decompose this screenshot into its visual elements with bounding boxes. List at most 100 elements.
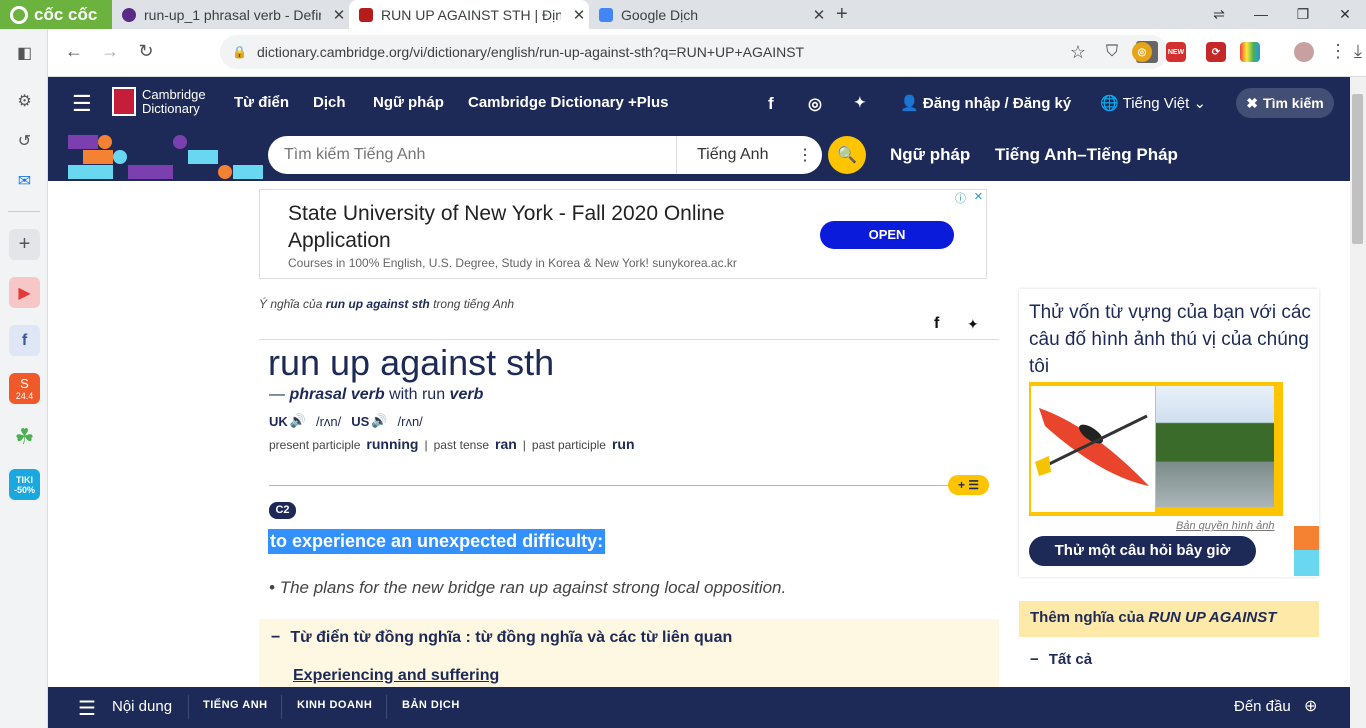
kayak-image[interactable]	[1031, 386, 1155, 512]
maximize-button[interactable]: ❐	[1282, 0, 1324, 29]
barge-image[interactable]	[1156, 386, 1274, 507]
headword: run up against sth	[268, 342, 555, 383]
cambridge-logo[interactable]: Cambridge Dictionary	[112, 87, 206, 116]
decorative-pattern	[68, 135, 263, 181]
twitter-icon[interactable]: ✦	[854, 94, 866, 111]
close-icon: ✖	[1246, 94, 1259, 111]
shield-icon[interactable]: ⛉	[1106, 43, 1118, 61]
login-link[interactable]: 👤 Đăng nhập / Đăng ký	[900, 94, 1071, 112]
color-extension-icon[interactable]	[1240, 42, 1260, 62]
ad-info-icon[interactable]: ⓘ	[955, 190, 966, 206]
dictionary-select[interactable]: Tiếng Anh	[677, 146, 797, 164]
contents-menu-icon[interactable]: ☰	[78, 696, 96, 721]
pronunciation: UK 🔊 /rʌn/ US 🔊 /rʌn/	[269, 413, 423, 429]
facebook-icon[interactable]: f	[9, 325, 40, 356]
quiz-text: Thử vốn từ vựng của bạn với các câu đố h…	[1029, 302, 1311, 377]
uk-audio-icon[interactable]: 🔊	[290, 413, 306, 429]
share-twitter-icon[interactable]: ✦	[967, 316, 979, 333]
add-to-list-button[interactable]: + ☰	[948, 475, 989, 495]
share-facebook-icon[interactable]: f	[934, 315, 939, 333]
coccoc-logo[interactable]: cốc cốc	[0, 0, 112, 29]
site-header: ☰ Cambridge Dictionary Từ điển Dịch Ngữ …	[48, 77, 1350, 129]
ad-open-button[interactable]: OPEN	[820, 221, 954, 249]
dictionary-menu-icon[interactable]: ⋮	[797, 145, 813, 165]
tiki-icon[interactable]: TIKI -50%	[9, 469, 40, 500]
close-tab-icon[interactable]: ✕	[569, 6, 589, 24]
thesaurus-box: − Từ điển từ đồng nghĩa : từ đồng nghĩa v…	[259, 619, 999, 687]
history-icon[interactable]: ↺	[9, 125, 40, 156]
add-app-icon[interactable]: +	[9, 229, 40, 260]
downloads-icon[interactable]: ⤓	[1346, 41, 1366, 62]
search-toggle-button[interactable]: ✖ Tìm kiếm	[1236, 88, 1334, 118]
tab-translation[interactable]: BẢN DỊCH	[402, 699, 460, 711]
coccoc-extension-icon[interactable]: ☘	[9, 421, 40, 452]
tab-run-up[interactable]: run-up_1 phrasal verb - Defin ✕	[112, 0, 349, 29]
collapse-icon: −	[1030, 651, 1039, 668]
user-icon: 👤	[900, 95, 919, 112]
search-field[interactable]: Tiếng Anh ⋮	[268, 136, 822, 174]
thesaurus-header[interactable]: − Từ điển từ đồng nghĩa : từ đồng nghĩa v…	[271, 629, 732, 647]
new-tab-button[interactable]: +	[836, 3, 848, 26]
hamburger-menu-icon[interactable]: ☰	[72, 91, 92, 117]
close-tab-icon[interactable]: ✕	[809, 6, 829, 24]
grammar-link[interactable]: Ngữ pháp	[890, 145, 970, 165]
messenger-icon[interactable]: ✉	[9, 165, 40, 196]
nav-dictionary[interactable]: Từ điển	[234, 94, 289, 111]
sidebar-toggle-icon[interactable]: ◧	[9, 37, 40, 68]
new-extension-icon[interactable]: NEW	[1166, 42, 1186, 62]
more-meanings-header: Thêm nghĩa của RUN UP AGAINST	[1019, 601, 1319, 637]
contents-link[interactable]: Nội dung	[112, 698, 172, 715]
cambridge-favicon-icon	[359, 7, 373, 22]
settings-icon[interactable]: ⚙	[9, 85, 40, 116]
back-button[interactable]: ←	[62, 41, 86, 62]
back-to-top-link[interactable]: Đến đầu	[1234, 698, 1291, 715]
verb-forms: present participle running | past tense ran…	[269, 436, 635, 452]
coccoc-icon	[10, 5, 28, 24]
nav-plus[interactable]: Cambridge Dictionary +Plus	[468, 94, 668, 111]
facebook-icon[interactable]: f	[768, 94, 774, 114]
bookmark-star-icon[interactable]: ☆	[1070, 42, 1086, 63]
us-audio-icon[interactable]: 🔊	[371, 413, 387, 429]
tab-menu-icon[interactable]: ⇌	[1198, 0, 1240, 29]
ad-subtitle: Courses in 100% English, U.S. Degree, St…	[288, 256, 737, 270]
search-input[interactable]	[268, 146, 676, 164]
arrow-up-icon[interactable]: ⊕	[1304, 696, 1317, 716]
url-field[interactable]: 🔒 dictionary.cambridge.org/vi/dictionary…	[220, 35, 1168, 69]
youtube-icon[interactable]: ▶	[9, 277, 40, 308]
globe-icon: 🌐	[1100, 95, 1119, 112]
nav-grammar[interactable]: Ngữ pháp	[373, 94, 444, 111]
definition: to experience an unexpected difficulty:	[268, 529, 606, 554]
entry-divider	[259, 339, 999, 340]
search-button[interactable]: 🔍	[828, 136, 866, 174]
ad-close-icon[interactable]: ✕	[974, 190, 983, 203]
all-meanings-toggle[interactable]: − Tất cả	[1030, 651, 1092, 668]
instagram-icon[interactable]: ◎	[808, 94, 822, 114]
thesaurus-link[interactable]: Experiencing and suffering	[293, 667, 499, 685]
chrome-extension-icon[interactable]: ◎	[1132, 42, 1152, 62]
minimize-button[interactable]: —	[1240, 0, 1282, 29]
quiz-start-button[interactable]: Thử một câu hỏi bây giờ	[1029, 536, 1256, 566]
forward-button[interactable]: →	[98, 41, 122, 62]
tab-favicon-icon	[122, 7, 136, 22]
shopee-icon[interactable]: S 24.4	[9, 373, 40, 404]
language-select[interactable]: 🌐 Tiếng Việt ⌄	[1100, 94, 1206, 112]
quiz-images[interactable]	[1029, 382, 1283, 516]
tab-english[interactable]: TIẾNG ANH	[203, 699, 268, 711]
sync-extension-icon[interactable]: ⟳	[1206, 42, 1226, 62]
scrollbar-thumb[interactable]	[1352, 94, 1363, 244]
tab-run-up-against[interactable]: RUN UP AGAINST STH | Định ✕	[349, 0, 589, 29]
browser-tab-bar: cốc cốc run-up_1 phrasal verb - Defin ✕ …	[0, 0, 1366, 29]
address-bar: ← → ↻ 🔒 dictionary.cambridge.org/vi/dict…	[48, 29, 1366, 77]
tab-business[interactable]: KINH DOANH	[297, 699, 372, 711]
close-window-button[interactable]: ✕	[1324, 0, 1366, 29]
tab-google-translate[interactable]: Google Dịch ✕	[589, 0, 829, 29]
window-controls: ⇌ — ❐ ✕	[1198, 0, 1366, 29]
reload-button[interactable]: ↻	[134, 41, 158, 62]
english-french-link[interactable]: Tiếng Anh–Tiếng Pháp	[995, 145, 1178, 165]
nav-translate[interactable]: Dịch	[313, 94, 346, 111]
avatar[interactable]	[1294, 42, 1314, 62]
decorative-block	[1294, 526, 1319, 550]
close-tab-icon[interactable]: ✕	[329, 6, 349, 24]
sidebar-divider	[8, 211, 40, 212]
image-credit-link[interactable]: Bản quyền hình ảnh	[1176, 520, 1274, 532]
